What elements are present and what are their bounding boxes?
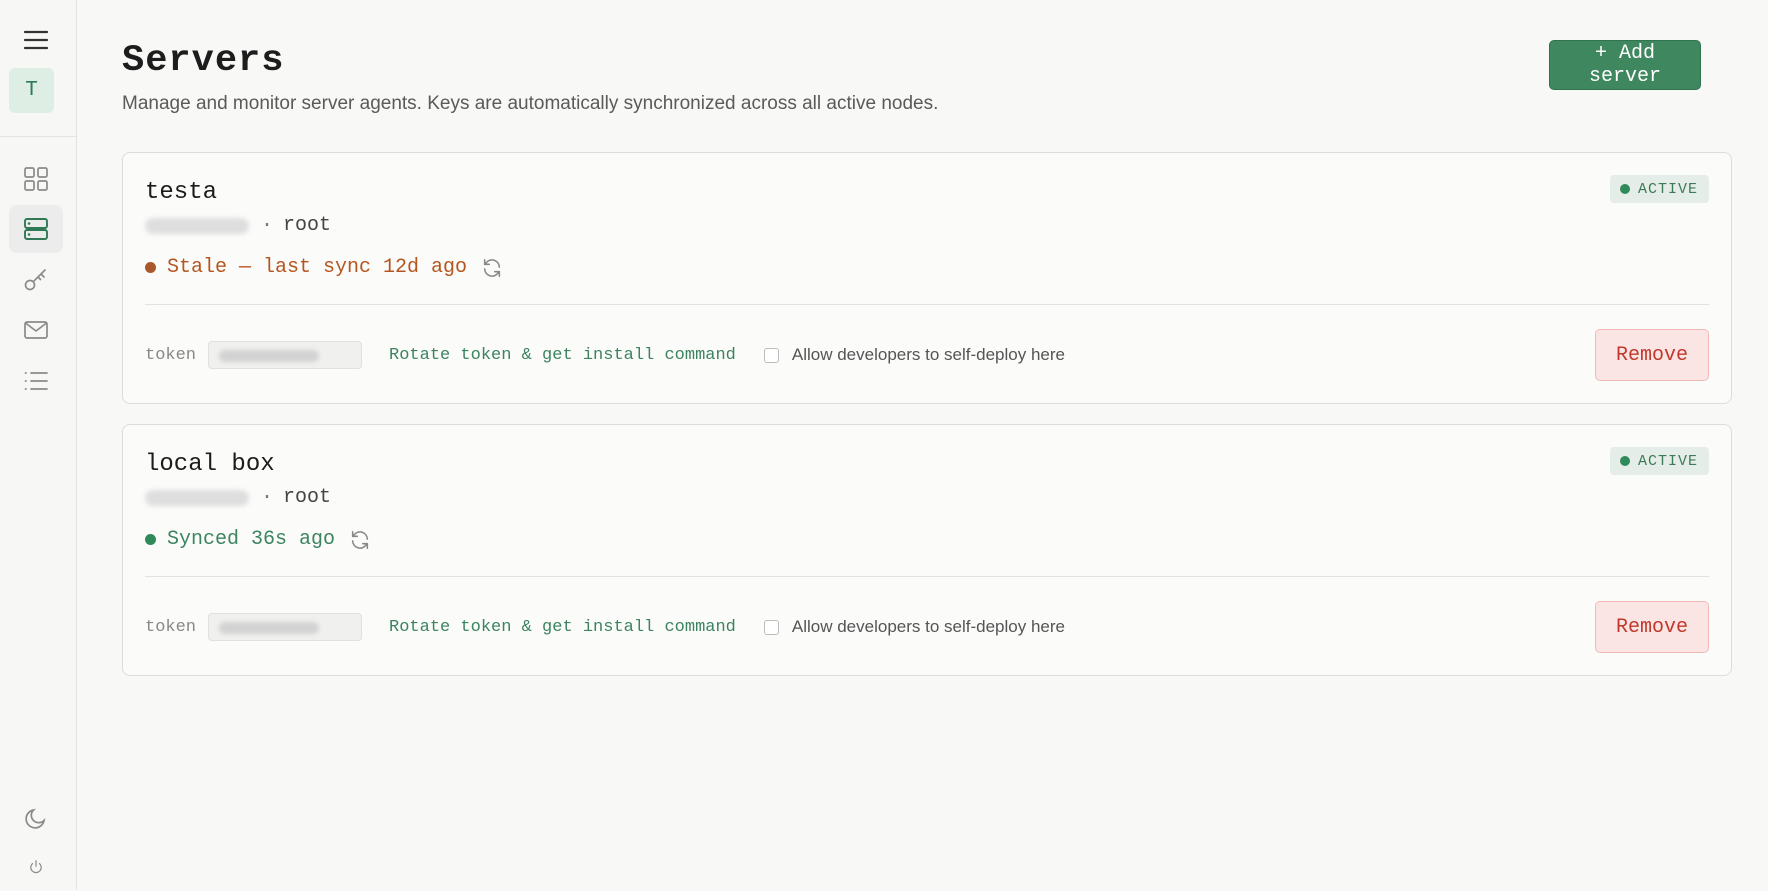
remove-button[interactable]: Remove bbox=[1595, 329, 1709, 381]
status-badge: ACTIVE bbox=[1609, 447, 1709, 475]
self-deploy-option[interactable]: Allow developers to self-deploy here bbox=[763, 345, 1065, 365]
remove-button[interactable]: Remove bbox=[1595, 601, 1709, 653]
theme-toggle-button[interactable] bbox=[9, 794, 63, 842]
sync-dot bbox=[145, 534, 156, 545]
sync-text: Synced 36s ago bbox=[167, 528, 336, 551]
sidebar: T bbox=[0, 0, 77, 890]
moon-icon bbox=[25, 808, 46, 829]
self-deploy-label: Allow developers to self-deploy here bbox=[791, 345, 1065, 364]
self-deploy-label: Allow developers to self-deploy here bbox=[791, 617, 1065, 636]
server-card: local box · root ACTIVE Synced 36s ago t… bbox=[122, 424, 1732, 676]
refresh-icon[interactable] bbox=[349, 529, 371, 551]
token-label: token bbox=[145, 345, 197, 365]
token-label: token bbox=[145, 617, 197, 637]
self-deploy-option[interactable]: Allow developers to self-deploy here bbox=[763, 617, 1065, 637]
redacted-token bbox=[219, 350, 320, 362]
sync-text: Stale — last sync 12d ago bbox=[167, 256, 468, 279]
sync-dot bbox=[145, 262, 156, 273]
server-host-line: · root bbox=[145, 214, 331, 237]
mail-icon bbox=[24, 321, 48, 339]
avatar[interactable]: T bbox=[9, 68, 54, 113]
sidebar-item-mail[interactable] bbox=[9, 306, 63, 354]
status-badge: ACTIVE bbox=[1609, 175, 1709, 203]
redacted-host bbox=[145, 489, 249, 506]
server-icon bbox=[24, 218, 48, 240]
server-name: local box bbox=[145, 451, 275, 478]
server-name: testa bbox=[145, 179, 218, 206]
status-dot bbox=[1619, 184, 1630, 194]
sidebar-item-keys[interactable] bbox=[9, 255, 63, 303]
sidebar-item-servers[interactable] bbox=[9, 205, 63, 253]
sidebar-divider bbox=[0, 136, 76, 137]
separator: · bbox=[261, 214, 274, 237]
hamburger-icon bbox=[23, 30, 49, 50]
sync-status: Stale — last sync 12d ago bbox=[145, 256, 503, 279]
sync-status: Synced 36s ago bbox=[145, 528, 371, 551]
grid-icon bbox=[24, 167, 48, 191]
list-icon bbox=[24, 372, 48, 390]
self-deploy-checkbox[interactable] bbox=[763, 619, 779, 635]
menu-toggle-button[interactable] bbox=[9, 16, 63, 64]
card-divider bbox=[145, 576, 1709, 577]
page-subtitle: Manage and monitor server agents. Keys a… bbox=[122, 93, 939, 114]
add-server-button[interactable]: + Add server bbox=[1549, 40, 1701, 90]
server-host-line: · root bbox=[145, 486, 331, 509]
status-badge-label: ACTIVE bbox=[1637, 180, 1698, 198]
server-card: testa · root ACTIVE Stale — last sync 12… bbox=[122, 152, 1732, 404]
card-footer: token Rotate token & get install command… bbox=[145, 329, 1709, 381]
server-user: root bbox=[283, 486, 332, 509]
token-field[interactable] bbox=[208, 341, 363, 369]
token-field[interactable] bbox=[208, 613, 363, 641]
card-footer: token Rotate token & get install command… bbox=[145, 601, 1709, 653]
key-icon bbox=[24, 269, 46, 291]
refresh-icon[interactable] bbox=[481, 257, 503, 279]
rotate-token-link[interactable]: Rotate token & get install command bbox=[389, 618, 736, 637]
sidebar-item-dashboard[interactable] bbox=[9, 155, 63, 203]
status-dot bbox=[1619, 456, 1630, 466]
redacted-token bbox=[219, 622, 320, 634]
sidebar-item-logs[interactable] bbox=[9, 357, 63, 405]
server-user: root bbox=[283, 214, 332, 237]
separator: · bbox=[261, 486, 274, 509]
power-icon bbox=[30, 860, 42, 874]
self-deploy-checkbox[interactable] bbox=[763, 347, 779, 363]
redacted-host bbox=[145, 217, 249, 234]
logout-button[interactable] bbox=[9, 843, 63, 891]
status-badge-label: ACTIVE bbox=[1637, 452, 1698, 470]
rotate-token-link[interactable]: Rotate token & get install command bbox=[389, 346, 736, 365]
card-divider bbox=[145, 304, 1709, 305]
page-title: Servers bbox=[122, 40, 285, 82]
